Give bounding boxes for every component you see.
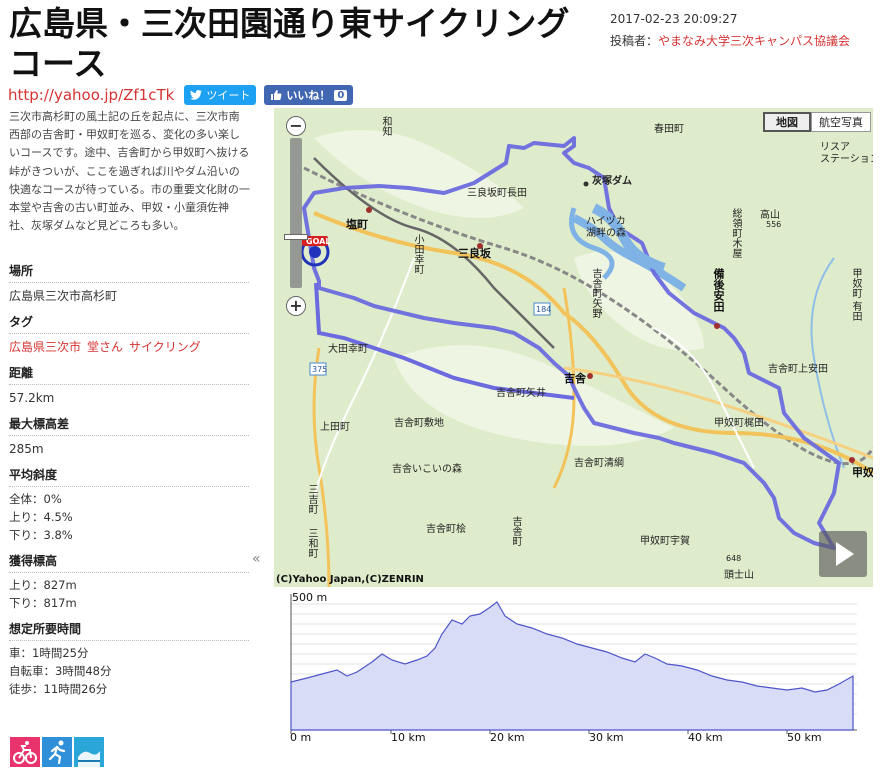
tab-aerial-photo[interactable]: 航空写真 <box>811 112 871 132</box>
elevation-x-label: 30 km <box>589 731 624 744</box>
post-datetime: 2017-02-23 20:09:27 <box>610 12 738 26</box>
play-route-button[interactable] <box>819 531 867 577</box>
collapse-sidebar-icon[interactable]: « <box>252 551 261 567</box>
map-label: 大田幸町 <box>328 344 368 355</box>
map-label: 甲奴 <box>852 466 873 479</box>
goal-badge: GOAL <box>306 237 330 246</box>
map-label: 備後安田 <box>712 268 725 312</box>
twitter-bird-icon <box>190 90 203 100</box>
short-url-link[interactable]: http://yahoo.jp/Zf1cTk <box>8 86 174 104</box>
elevation-gain-down: 下り：817m <box>9 596 77 610</box>
map-label: 吉舎町矢野 <box>590 268 601 318</box>
map-label: 三吉町 <box>306 484 317 514</box>
tag-link[interactable]: サイクリング <box>129 340 201 354</box>
map-label: 総領町木屋 <box>730 208 741 258</box>
map-label: 灰塚ダム <box>592 176 632 187</box>
walking-icon[interactable] <box>74 737 104 767</box>
location-heading: 場所 <box>9 253 249 283</box>
map-label: 三良坂 <box>458 247 491 260</box>
tag-list: 広島県三次市 堂さん サイクリング <box>0 334 256 355</box>
running-icon[interactable] <box>42 737 72 767</box>
elevation-gain-heading: 獲得標高 <box>9 543 249 573</box>
tag-link[interactable]: 広島県三次市 <box>9 340 81 354</box>
elevation-x-label: 0 m <box>290 731 312 744</box>
map-label: 吉舎町上安田 <box>768 364 828 375</box>
elevation-x-label: 40 km <box>688 731 723 744</box>
average-grade-all: 全体：0% <box>9 492 62 506</box>
max-elevation-diff-value: 285m <box>9 442 44 456</box>
map-label: 三和町 <box>306 528 317 558</box>
zoom-in-button[interactable]: + <box>286 296 306 316</box>
like-button[interactable]: いいね！ 0 <box>264 85 354 105</box>
post-meta: 2017-02-23 20:09:27 投稿者：やまなみ大学三次キャンパス協議会 <box>610 8 880 52</box>
elevation-x-label: 20 km <box>490 731 525 744</box>
cycling-icon[interactable] <box>10 737 40 767</box>
tags-heading: タグ <box>9 304 249 334</box>
route-375-shield: 375 <box>312 365 327 374</box>
route-184-shield: 184 <box>536 305 551 314</box>
tag-link[interactable]: 堂さん <box>87 340 123 354</box>
map-label: 吉舎町清綱 <box>574 458 624 469</box>
course-description: 三次市高杉町の風土記の丘を起点に、三次市南西部の吉舎町・甲奴町を巡る、変化の多い… <box>9 110 250 233</box>
map-label: 三良坂町長田 <box>467 188 527 199</box>
map-type-tabs: 地図 航空写真 <box>763 112 871 132</box>
map-label: ハイヅカ 湖畔の森 <box>586 216 626 239</box>
share-bar: http://yahoo.jp/Zf1cTk ツイート いいね！ 0 <box>8 84 354 106</box>
time-bike: 自転車：3時間48分 <box>9 664 112 678</box>
elevation-chart <box>287 590 859 746</box>
max-elevation-diff-heading: 最大標高差 <box>9 406 249 436</box>
tab-map[interactable]: 地図 <box>763 112 811 132</box>
map-label: 高山 <box>760 210 780 221</box>
estimated-time-heading: 想定所要時間 <box>9 611 249 641</box>
like-label: いいね！ <box>286 89 331 102</box>
tweet-button[interactable]: ツイート <box>184 85 257 105</box>
average-grade-up: 上り：4.5% <box>9 510 73 524</box>
zoom-out-button[interactable]: − <box>286 116 306 136</box>
map-label: 上田町 <box>320 422 350 433</box>
map-label: 小田幸町 <box>412 234 423 274</box>
elevation-gain-up: 上り：827m <box>9 578 77 592</box>
activity-icons <box>10 737 104 767</box>
distance-value: 57.2km <box>9 391 55 405</box>
map-label: 吉舎町桧 <box>426 524 466 535</box>
time-car: 車：1時間25分 <box>9 646 89 660</box>
average-grade-heading: 平均斜度 <box>9 457 249 487</box>
like-count: 0 <box>334 89 348 101</box>
tweet-label: ツイート <box>206 89 251 102</box>
time-walk: 徒歩：11時間26分 <box>9 682 108 696</box>
elevation-y-label: 500 m <box>292 591 328 604</box>
map-label: 吉舎町 <box>510 516 521 546</box>
map-copyright: (C)Yahoo Japan,(C)ZENRIN <box>276 574 424 585</box>
distance-heading: 距離 <box>9 355 249 385</box>
map-label: 吉舎町敷地 <box>394 418 444 429</box>
map-label: 648 <box>726 554 742 563</box>
location-value: 広島県三次市高杉町 <box>9 289 118 303</box>
course-info-sidebar: 三次市高杉町の風土記の丘を起点に、三次市南西部の吉舎町・甲奴町を巡る、変化の多い… <box>0 108 256 768</box>
zoom-slider-track[interactable] <box>290 138 302 288</box>
map-label: 甲奴町梶田 <box>714 418 764 429</box>
map-label: 吉舎いこいの森 <box>392 464 462 475</box>
map-label: 頭士山 <box>724 570 754 581</box>
map-label: 甲奴町 有田 <box>850 268 861 322</box>
map-label: 和知 <box>380 116 391 136</box>
poster-label: 投稿者： <box>610 34 659 48</box>
map-label: 春田町 <box>654 124 684 135</box>
average-grade-down: 下り：3.8% <box>9 528 73 542</box>
map-label: 塩町 <box>346 218 368 231</box>
route-map[interactable]: GOAL 184 375 春田町 和知 灰塚ダム リスア ステーション 三良坂町… <box>274 108 873 587</box>
elevation-x-label: 10 km <box>391 731 426 744</box>
zoom-slider-thumb[interactable] <box>284 234 308 240</box>
poster: 投稿者：やまなみ大学三次キャンパス協議会 <box>610 30 880 52</box>
map-label: 556 <box>766 220 782 229</box>
elevation-profile: 500 m 0 m 10 km 20 km 30 km 40 km 50 km <box>287 590 859 746</box>
poster-name-link[interactable]: やまなみ大学三次キャンパス協議会 <box>658 34 850 48</box>
map-label: 吉舎 <box>564 372 586 385</box>
page-title: 広島県・三次田園通り東サイクリングコース <box>9 4 570 83</box>
map-label: 吉舎町矢井 <box>496 388 546 399</box>
elevation-x-label: 50 km <box>787 731 822 744</box>
map-label: リスア ステーション <box>820 142 873 165</box>
map-label: 甲奴町宇賀 <box>640 536 690 547</box>
thumbs-up-icon <box>271 90 282 100</box>
